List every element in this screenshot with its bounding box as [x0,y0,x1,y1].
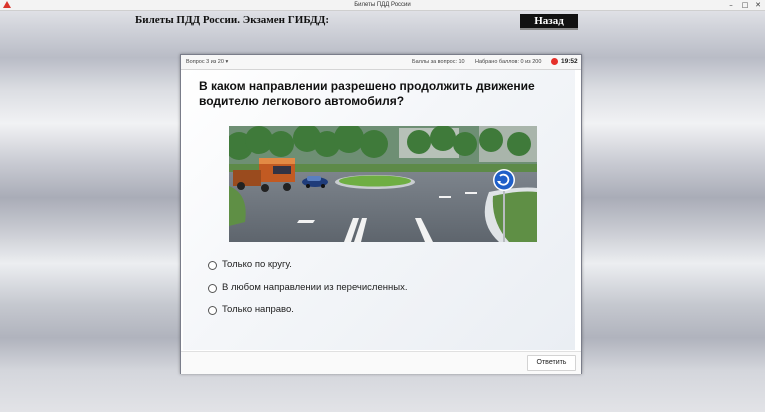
points-earned: Набрано баллов: 0 из 200 [475,59,542,65]
answer-option-1[interactable]: Только по кругу. [208,258,292,272]
roundabout-sign-icon [494,170,514,190]
timer-icon [551,58,558,65]
radio-button[interactable] [208,305,217,315]
answer-label: Только по кругу. [222,259,292,270]
question-image [229,126,537,242]
timer: 19:52 [561,58,578,65]
answer-option-2[interactable]: В любом направлении из перечисленных. [208,281,407,295]
quiz-panel: Вопрос 3 из 20 ▾ Баллы за вопрос: 10 Наб… [180,54,582,374]
submit-answer-button[interactable]: Ответить [527,355,576,371]
radio-button[interactable] [208,283,217,293]
back-button[interactable]: Назад [520,14,578,30]
radio-button[interactable] [208,260,217,270]
question-text: В каком направлении разрешено продолжить… [199,79,535,108]
answer-option-3[interactable]: Только направо. [208,303,294,317]
answer-label: В любом направлении из перечисленных. [222,282,408,293]
quiz-status-bar: Вопрос 3 из 20 ▾ Баллы за вопрос: 10 Наб… [181,55,581,70]
quiz-footer: Ответить [181,351,581,374]
window-titlebar: Билеты ПДД России – □ ✕ [0,0,765,11]
page-title: Билеты ПДД России. Экзамен ГИБДД: [135,14,329,26]
answer-label: Только направо. [222,304,294,315]
question-counter-dropdown[interactable]: Вопрос 3 из 20 ▾ [186,59,228,65]
minimize-button[interactable]: – [724,0,738,10]
points-per-question: Баллы за вопрос: 10 [412,59,465,65]
question-content: В каком направлении разрешено продолжить… [183,70,575,350]
window-title: Билеты ПДД России [354,2,411,8]
maximize-button[interactable]: □ [738,0,752,10]
close-button[interactable]: ✕ [751,0,765,10]
